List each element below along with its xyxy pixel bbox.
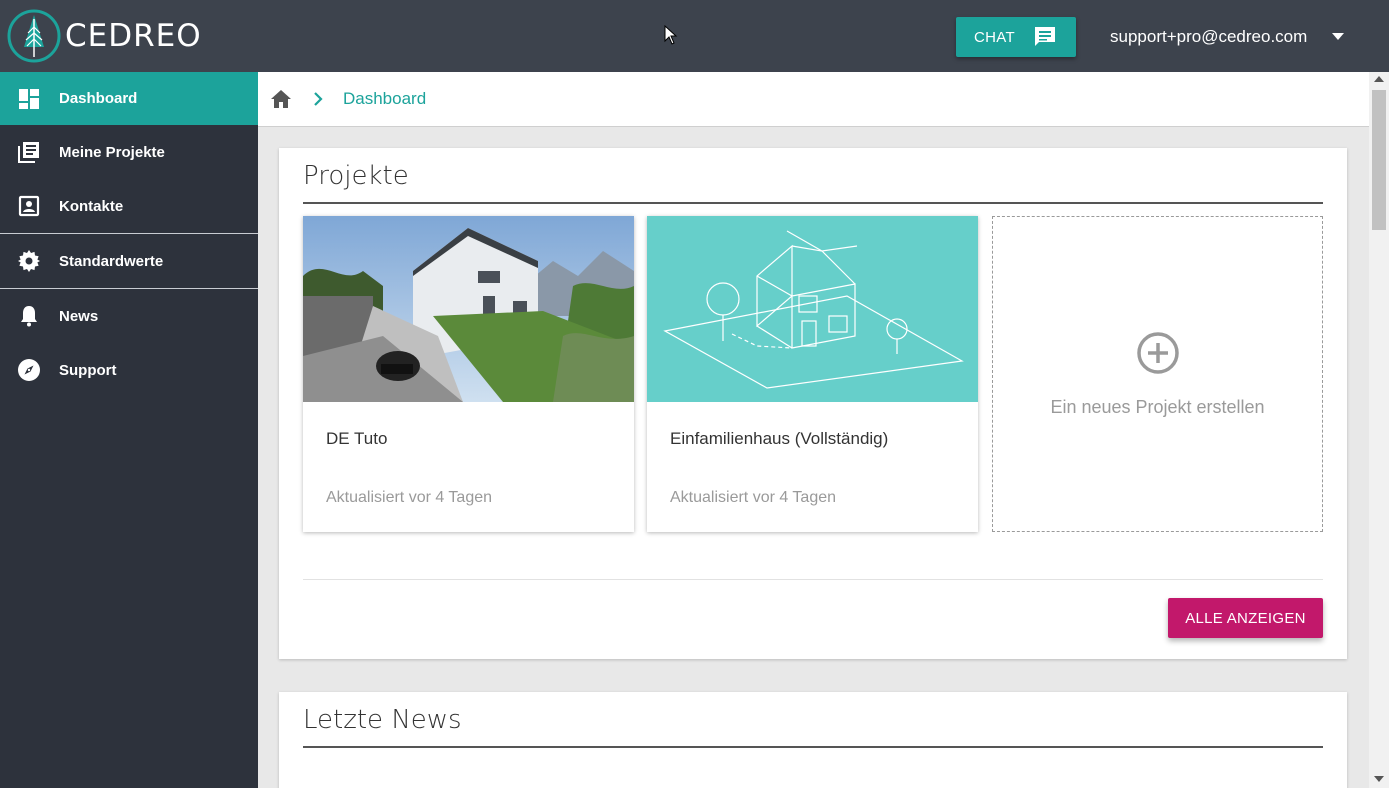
- create-project-card[interactable]: Ein neues Projekt erstellen: [992, 216, 1323, 532]
- sidebar-item-defaults[interactable]: Standardwerte: [0, 234, 258, 288]
- sidebar-item-projects[interactable]: Meine Projekte: [0, 125, 258, 179]
- bell-icon: [21, 306, 37, 327]
- project-updated: Aktualisiert vor 4 Tagen: [670, 489, 837, 506]
- brand-name: CEDREO: [65, 18, 202, 54]
- sidebar-item-label: News: [59, 307, 99, 325]
- projects-icon: [18, 142, 39, 163]
- dashboard-icon: [19, 88, 39, 109]
- sidebar-item-contacts[interactable]: Kontakte: [0, 179, 258, 233]
- user-email[interactable]: support+pro@cedreo.com: [1110, 27, 1307, 47]
- news-panel: Letzte News: [279, 692, 1347, 788]
- top-bar: CEDREO CHAT support+pro@cedreo.com: [0, 0, 1389, 72]
- sidebar-item-label: Meine Projekte: [59, 143, 165, 161]
- show-all-button[interactable]: ALLE ANZEIGEN: [1168, 598, 1323, 638]
- add-circle-icon: [1137, 332, 1179, 374]
- sidebar-item-dashboard[interactable]: Dashboard: [0, 72, 258, 125]
- sidebar-item-support[interactable]: Support: [0, 343, 258, 397]
- sidebar: Dashboard Meine Projekte Kontakte Standa…: [0, 72, 258, 788]
- contacts-icon: [18, 195, 40, 217]
- user-menu-caret-icon[interactable]: [1332, 33, 1344, 40]
- page-scrollbar[interactable]: [1369, 72, 1389, 788]
- projects-title-rule: [303, 202, 1323, 204]
- home-icon[interactable]: [270, 89, 292, 109]
- sidebar-item-label: Support: [59, 361, 117, 379]
- sidebar-item-label: Standardwerte: [59, 252, 164, 270]
- scroll-down-icon[interactable]: [1374, 776, 1384, 782]
- projects-title: Projekte: [303, 161, 409, 191]
- project-card[interactable]: Einfamilienhaus (Vollständig) Aktualisie…: [647, 216, 978, 532]
- sidebar-item-news[interactable]: News: [0, 289, 258, 343]
- project-title: DE Tuto: [326, 429, 388, 448]
- projects-panel: Projekte DE Tuto Aktualisiert vor 4 Tage…: [279, 148, 1347, 659]
- gear-icon: [18, 250, 40, 272]
- mouse-cursor-icon: [664, 25, 678, 45]
- project-thumbnail: [303, 216, 634, 402]
- create-project-label: Ein neues Projekt erstellen: [1050, 397, 1265, 417]
- project-card[interactable]: DE Tuto Aktualisiert vor 4 Tagen: [303, 216, 634, 532]
- project-updated: Aktualisiert vor 4 Tagen: [326, 489, 493, 506]
- chat-icon: [1035, 27, 1055, 46]
- project-title: Einfamilienhaus (Vollständig): [670, 429, 889, 448]
- chat-button-label: CHAT: [974, 28, 1015, 46]
- news-title-rule: [303, 746, 1323, 748]
- chat-button[interactable]: CHAT: [956, 17, 1076, 57]
- news-title: Letzte News: [303, 705, 462, 735]
- scroll-up-icon[interactable]: [1374, 76, 1384, 82]
- projects-footer-divider: [303, 579, 1323, 580]
- sidebar-item-label: Kontakte: [59, 197, 124, 215]
- scroll-thumb[interactable]: [1372, 90, 1386, 230]
- chevron-right-icon: [314, 92, 323, 106]
- cedreo-logo[interactable]: CEDREO: [6, 7, 236, 65]
- breadcrumb: Dashboard: [258, 72, 1369, 127]
- breadcrumb-current[interactable]: Dashboard: [343, 89, 426, 109]
- sidebar-item-label: Dashboard: [59, 90, 138, 107]
- compass-icon: [18, 359, 40, 381]
- tree-logo-icon: [7, 9, 61, 63]
- house-sketch-thumbnail: [647, 216, 978, 402]
